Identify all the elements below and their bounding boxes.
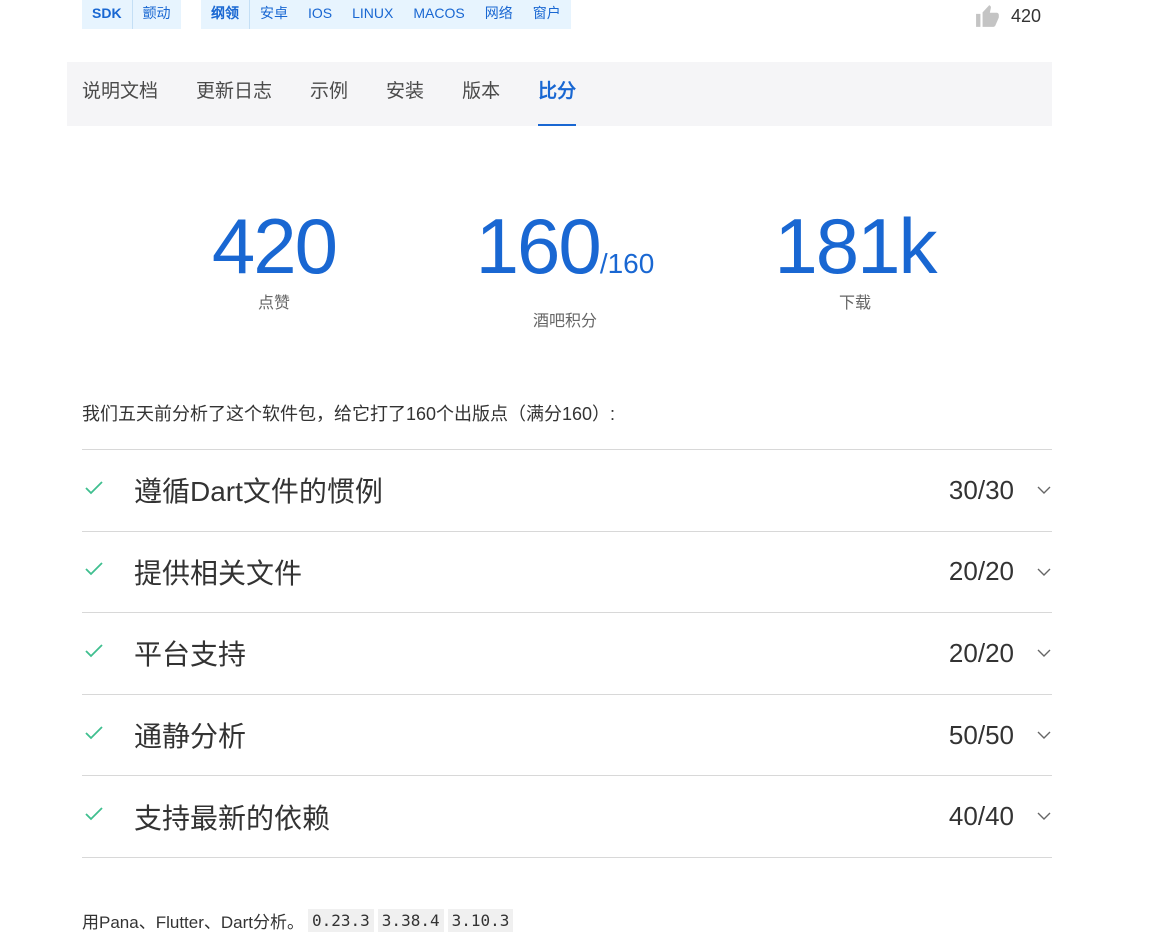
row-title: 平台支持 <box>134 639 247 671</box>
score-row-static-analysis[interactable]: 通静分析 50/50 <box>82 695 1052 777</box>
tag-android[interactable]: 安卓 <box>250 0 298 29</box>
tag-windows[interactable]: 窗户 <box>523 0 571 29</box>
points-max: /160 <box>599 248 655 279</box>
score-row-platform-support[interactable]: 平台支持 20/20 <box>82 613 1052 695</box>
likes-count: 420 <box>1011 5 1042 26</box>
check-icon <box>84 480 106 501</box>
points-label: 酒吧积分 <box>532 313 597 330</box>
row-score: 30/30 <box>948 474 1014 505</box>
likes-value: 420 <box>211 202 338 290</box>
thumb-up-icon[interactable] <box>975 4 1001 28</box>
chevron-down-icon[interactable] <box>1036 564 1052 582</box>
row-title: 提供相关文件 <box>134 557 303 589</box>
row-title: 通静分析 <box>134 721 247 753</box>
tag-flutter[interactable]: 颤动 <box>133 0 181 29</box>
check-icon <box>84 561 106 582</box>
row-score: 50/50 <box>948 719 1014 750</box>
chevron-down-icon[interactable] <box>1036 645 1052 663</box>
downloads-label: 下载 <box>838 295 871 312</box>
row-score: 20/20 <box>948 556 1014 587</box>
score-list: 遵循Dart文件的惯例 30/30 提供相关文件 20/20 平台支持 20/2… <box>82 449 1052 858</box>
row-score: 20/20 <box>948 637 1014 668</box>
tag-sdk[interactable]: SDK <box>82 0 133 29</box>
tab-versions[interactable]: 版本 <box>462 62 500 126</box>
row-title: 遵循Dart文件的惯例 <box>134 476 383 508</box>
row-score: 40/40 <box>948 801 1014 832</box>
tag-platform[interactable]: 纲领 <box>201 0 250 29</box>
check-icon <box>84 725 106 746</box>
sdk-tag-group: SDK 颤动 <box>82 0 181 29</box>
tab-readme[interactable]: 说明文档 <box>82 62 158 126</box>
analysis-footer: 用Pana、Flutter、Dart分析。 0.23.3 3.38.4 3.10… <box>82 908 514 933</box>
like-widget[interactable]: 420 <box>975 4 1041 28</box>
chevron-down-icon[interactable] <box>1036 482 1052 500</box>
points-number: 160/160 <box>460 205 670 305</box>
flutter-version: 3.38.4 <box>377 909 444 932</box>
points-value: 160 <box>475 202 602 290</box>
tab-example[interactable]: 示例 <box>310 62 348 126</box>
score-row-documentation[interactable]: 提供相关文件 20/20 <box>82 532 1052 614</box>
chevron-down-icon[interactable] <box>1036 808 1052 826</box>
analysis-summary: 我们五天前分析了这个软件包，给它打了160个出版点（满分160）: <box>82 404 616 424</box>
likes-label: 点赞 <box>257 295 290 312</box>
likes-stat: 420 点赞 <box>196 205 352 313</box>
downloads-value: 181k <box>774 202 937 290</box>
check-icon <box>84 643 106 664</box>
tag-web[interactable]: 网络 <box>475 0 523 29</box>
tag-linux[interactable]: LINUX <box>342 0 403 29</box>
points-stat: 160/160 酒吧积分 <box>460 205 670 331</box>
footer-text: 用Pana、Flutter、Dart分析。 <box>82 913 304 932</box>
package-tabs: 说明文档 更新日志 示例 安装 版本 比分 <box>67 62 1052 126</box>
score-row-conventions[interactable]: 遵循Dart文件的惯例 30/30 <box>82 450 1052 532</box>
downloads-stat: 181k 下载 <box>770 205 940 313</box>
tag-macos[interactable]: MACOS <box>403 0 474 29</box>
pana-version: 0.23.3 <box>308 909 374 932</box>
dart-version: 3.10.3 <box>447 909 514 932</box>
check-icon <box>84 806 106 827</box>
tag-ios[interactable]: IOS <box>298 0 342 29</box>
tab-scores[interactable]: 比分 <box>538 62 577 126</box>
score-row-dependencies[interactable]: 支持最新的依赖 40/40 <box>82 776 1052 858</box>
tab-installing[interactable]: 安装 <box>386 62 424 126</box>
platform-tag-group: 纲领 安卓 IOS LINUX MACOS 网络 窗户 <box>201 0 571 29</box>
row-title: 支持最新的依赖 <box>134 802 331 834</box>
tab-changelog[interactable]: 更新日志 <box>196 62 272 126</box>
chevron-down-icon[interactable] <box>1036 727 1052 745</box>
